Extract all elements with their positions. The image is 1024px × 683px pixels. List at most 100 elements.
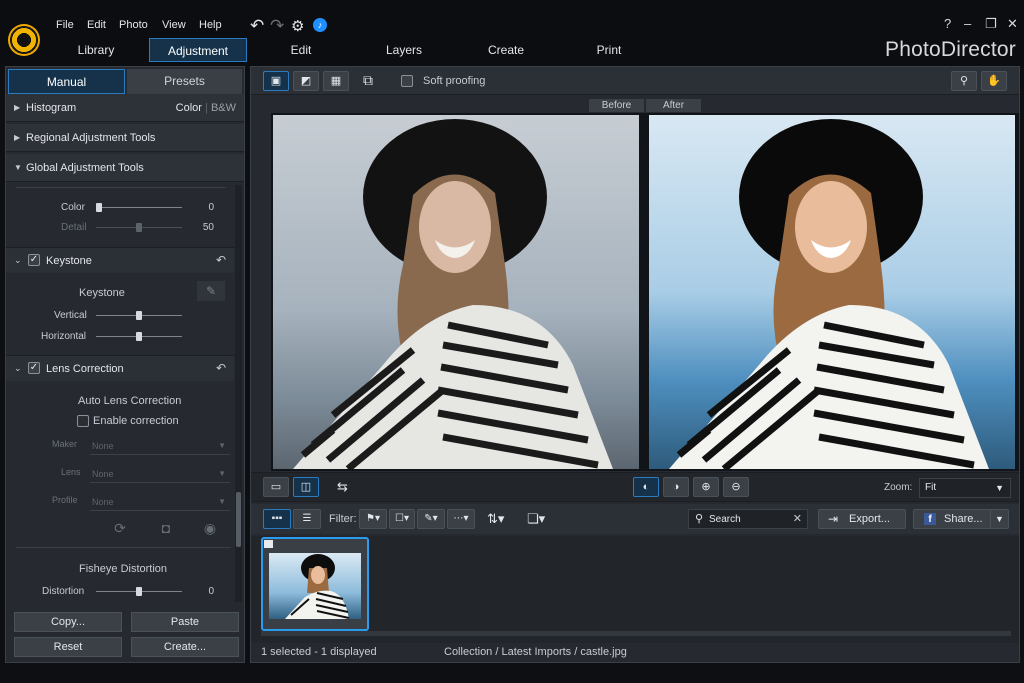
search-input[interactable]	[709, 513, 789, 526]
paste-button[interactable]: Paste	[131, 612, 239, 632]
after-photo[interactable]	[649, 115, 1015, 469]
global-tools-section[interactable]: ▼ Global Adjustment Tools	[6, 154, 244, 182]
tab-library[interactable]: Library	[60, 38, 132, 62]
photo-thumbnail[interactable]	[261, 537, 369, 631]
collapse-chevron-icon[interactable]: ⌄	[14, 255, 22, 266]
tab-print[interactable]: Print	[573, 38, 645, 62]
lens-correction-group-header[interactable]: ⌄ ✓ Lens Correction ↶	[6, 355, 234, 381]
tab-layers[interactable]: Layers	[368, 38, 440, 62]
list-view-icon[interactable]: ☰	[293, 509, 321, 529]
clear-search-icon[interactable]: ✕	[793, 512, 802, 525]
minimize-button[interactable]: –	[964, 16, 971, 31]
compare-half-icon[interactable]: ◑	[663, 477, 689, 497]
color-noise-slider[interactable]	[96, 207, 182, 208]
export-icon: ⇥	[828, 512, 839, 526]
soft-proofing-checkbox[interactable]	[401, 75, 413, 87]
menu-file[interactable]: File	[56, 19, 74, 31]
filter-label: Filter:	[329, 513, 357, 525]
color-label-filter-icon[interactable]: ☐▾	[389, 509, 415, 529]
keystone-header-label: Keystone	[46, 255, 92, 267]
filmstrip-scrollbar[interactable]	[261, 631, 1011, 636]
search-box[interactable]: ⚲ ✕	[688, 509, 808, 529]
tab-adjustment[interactable]: Adjustment	[149, 38, 247, 62]
undo-icon[interactable]: ↶	[250, 16, 264, 36]
reset-icon[interactable]: ↶	[216, 253, 226, 267]
tab-edit[interactable]: Edit	[265, 38, 337, 62]
color-noise-slider-thumb[interactable]	[96, 203, 102, 212]
keystone-checkbox[interactable]: ✓	[28, 254, 40, 266]
soft-proofing-label: Soft proofing	[423, 75, 486, 87]
reset-icon[interactable]: ↶	[216, 361, 226, 375]
share-button[interactable]: f Share... ▼	[913, 509, 1009, 529]
view-single-icon[interactable]: ▣	[263, 71, 289, 91]
horizontal-label: Horizontal	[41, 331, 87, 342]
color-mode-toggle[interactable]: Color | B&W	[176, 94, 236, 122]
photo-path: Collection / Latest Imports / castle.jpg	[444, 646, 627, 658]
notification-icon[interactable]: ♪	[313, 18, 327, 32]
photo-viewer[interactable]	[271, 113, 1019, 471]
sort-icon[interactable]: ⇅▾	[487, 511, 504, 527]
collapse-chevron-icon[interactable]: ⌄	[14, 363, 22, 374]
close-button[interactable]: ✕	[1007, 16, 1018, 32]
compare-horizontal-icon[interactable]: ⊕	[693, 477, 719, 497]
vertical-slider-thumb[interactable]	[136, 311, 142, 320]
horizontal-slider-thumb[interactable]	[136, 332, 142, 341]
share-label: Share...	[944, 513, 983, 525]
regional-tools-section[interactable]: ▶ Regional Adjustment Tools	[6, 124, 244, 152]
zoom-select[interactable]: Fit ▼	[919, 478, 1011, 498]
panel-scroll-thumb[interactable]	[236, 492, 241, 547]
menu-edit[interactable]: Edit	[87, 19, 106, 31]
create-preset-button[interactable]: Create...	[131, 637, 239, 657]
adjustment-panel: Manual Presets ▶ Histogram Color | B&W ▶…	[5, 66, 245, 663]
lens-correction-checkbox[interactable]: ✓	[28, 362, 40, 374]
lens-profile-icon: ◉	[203, 520, 217, 536]
maximize-button[interactable]: ❐	[985, 16, 997, 32]
reset-button[interactable]: Reset	[14, 637, 122, 657]
edit-filter-icon[interactable]: ✎▾	[417, 509, 445, 529]
tab-manual[interactable]: Manual	[8, 69, 125, 94]
filmstrip-view-icon[interactable]: ▪▪▪	[263, 509, 291, 529]
distortion-slider-thumb[interactable]	[136, 587, 142, 596]
auto-keystone-wand-icon[interactable]: ✎	[197, 281, 225, 301]
keystone-title: Keystone	[79, 287, 125, 299]
filmstrip	[251, 536, 1019, 643]
flag-filter-icon[interactable]: ⚑▾	[359, 509, 387, 529]
export-button[interactable]: ⇥ Export...	[818, 509, 906, 529]
tab-create[interactable]: Create	[470, 38, 542, 62]
color-mode-option[interactable]: Color	[176, 102, 202, 114]
tab-presets[interactable]: Presets	[127, 69, 242, 94]
single-view-button[interactable]: ▭	[263, 477, 289, 497]
swap-before-after-icon[interactable]: ⇆	[337, 479, 348, 495]
share-dropdown-icon[interactable]: ▼	[990, 510, 1008, 528]
enable-correction-label: Enable correction	[93, 415, 179, 427]
second-monitor-icon[interactable]: ⧉	[363, 72, 373, 89]
histogram-label: Histogram	[26, 102, 77, 114]
histogram-section[interactable]: ▶ Histogram Color | B&W	[6, 94, 244, 122]
help-button[interactable]: ?	[944, 16, 951, 31]
view-compare-icon[interactable]: ◩	[293, 71, 319, 91]
keystone-group-header[interactable]: ⌄ ✓ Keystone ↶	[6, 247, 234, 273]
settings-gear-icon[interactable]: ⚙	[291, 17, 304, 35]
copy-button[interactable]: Copy...	[14, 612, 122, 632]
magnifier-icon[interactable]: ⚲	[951, 71, 977, 91]
stack-icon[interactable]: ❏▾	[527, 511, 545, 527]
before-photo[interactable]	[273, 115, 639, 469]
export-label: Export...	[849, 513, 890, 525]
menu-help[interactable]: Help	[199, 19, 222, 31]
grid-view-icon[interactable]: ▦	[323, 71, 349, 91]
fisheye-distortion-title: Fisheye Distortion	[79, 563, 168, 575]
compare-vertical-icon[interactable]: ⊖	[723, 477, 749, 497]
menu-view[interactable]: View	[162, 19, 186, 31]
enable-correction-checkbox[interactable]	[77, 415, 89, 427]
filter-bar: ▪▪▪ ☰ Filter: ⚑▾ ☐▾ ✎▾ ⋯▾ ⇅▾ ❏▾ ⚲ ✕ ⇥ Ex…	[251, 504, 1019, 534]
bw-mode-option[interactable]: B&W	[211, 102, 236, 114]
side-by-side-button[interactable]: ◫	[293, 477, 319, 497]
menu-photo[interactable]: Photo	[119, 19, 148, 31]
facebook-icon: f	[924, 513, 936, 525]
redo-icon[interactable]: ↷	[270, 16, 284, 36]
hand-pan-icon[interactable]: ✋	[981, 71, 1007, 91]
expand-arrow-icon: ▶	[14, 133, 21, 142]
more-filter-icon[interactable]: ⋯▾	[447, 509, 475, 529]
compare-split-icon[interactable]: ◐	[633, 477, 659, 497]
divider	[16, 187, 226, 188]
